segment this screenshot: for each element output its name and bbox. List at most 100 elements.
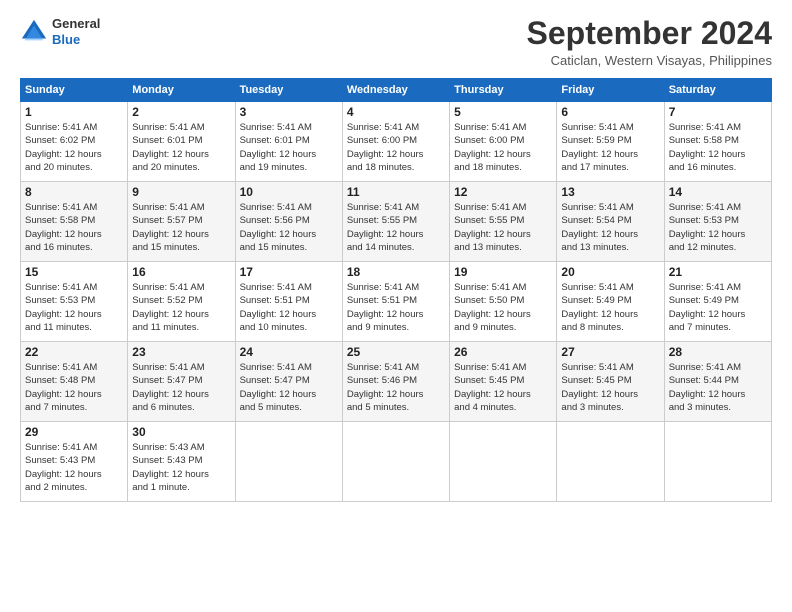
calendar-cell: 1 Sunrise: 5:41 AM Sunset: 6:02 PM Dayli… [21, 102, 128, 182]
day-number: 16 [132, 265, 230, 279]
logo-blue-text: Blue [52, 32, 80, 47]
day-info: Sunrise: 5:41 AM Sunset: 5:49 PM Dayligh… [669, 281, 767, 334]
day-number: 18 [347, 265, 445, 279]
calendar-cell: 7 Sunrise: 5:41 AM Sunset: 5:58 PM Dayli… [664, 102, 771, 182]
day-number: 8 [25, 185, 123, 199]
header-saturday: Saturday [664, 79, 771, 102]
calendar-cell: 28 Sunrise: 5:41 AM Sunset: 5:44 PM Dayl… [664, 342, 771, 422]
calendar-cell [342, 422, 449, 502]
day-number: 6 [561, 105, 659, 119]
day-number: 17 [240, 265, 338, 279]
location: Caticlan, Western Visayas, Philippines [527, 53, 772, 68]
day-number: 10 [240, 185, 338, 199]
calendar-cell: 15 Sunrise: 5:41 AM Sunset: 5:53 PM Dayl… [21, 262, 128, 342]
day-number: 11 [347, 185, 445, 199]
day-info: Sunrise: 5:41 AM Sunset: 5:56 PM Dayligh… [240, 201, 338, 254]
calendar-cell: 3 Sunrise: 5:41 AM Sunset: 6:01 PM Dayli… [235, 102, 342, 182]
day-number: 30 [132, 425, 230, 439]
calendar-cell [450, 422, 557, 502]
day-info: Sunrise: 5:41 AM Sunset: 5:58 PM Dayligh… [669, 121, 767, 174]
calendar-cell: 21 Sunrise: 5:41 AM Sunset: 5:49 PM Dayl… [664, 262, 771, 342]
calendar-cell: 30 Sunrise: 5:43 AM Sunset: 5:43 PM Dayl… [128, 422, 235, 502]
day-number: 2 [132, 105, 230, 119]
day-info: Sunrise: 5:41 AM Sunset: 6:02 PM Dayligh… [25, 121, 123, 174]
day-info: Sunrise: 5:41 AM Sunset: 5:48 PM Dayligh… [25, 361, 123, 414]
day-info: Sunrise: 5:41 AM Sunset: 5:55 PM Dayligh… [454, 201, 552, 254]
day-info: Sunrise: 5:41 AM Sunset: 5:55 PM Dayligh… [347, 201, 445, 254]
calendar-cell: 26 Sunrise: 5:41 AM Sunset: 5:45 PM Dayl… [450, 342, 557, 422]
day-info: Sunrise: 5:41 AM Sunset: 5:59 PM Dayligh… [561, 121, 659, 174]
calendar-cell: 12 Sunrise: 5:41 AM Sunset: 5:55 PM Dayl… [450, 182, 557, 262]
calendar-week-1: 1 Sunrise: 5:41 AM Sunset: 6:02 PM Dayli… [21, 102, 772, 182]
day-number: 3 [240, 105, 338, 119]
calendar-cell: 6 Sunrise: 5:41 AM Sunset: 5:59 PM Dayli… [557, 102, 664, 182]
day-number: 14 [669, 185, 767, 199]
day-number: 23 [132, 345, 230, 359]
calendar-cell [664, 422, 771, 502]
day-number: 9 [132, 185, 230, 199]
calendar-cell: 18 Sunrise: 5:41 AM Sunset: 5:51 PM Dayl… [342, 262, 449, 342]
title-block: September 2024 Caticlan, Western Visayas… [527, 16, 772, 68]
calendar-cell [235, 422, 342, 502]
calendar-week-4: 22 Sunrise: 5:41 AM Sunset: 5:48 PM Dayl… [21, 342, 772, 422]
calendar-table: Sunday Monday Tuesday Wednesday Thursday… [20, 78, 772, 502]
day-number: 28 [669, 345, 767, 359]
logo: General Blue [20, 16, 100, 47]
day-info: Sunrise: 5:41 AM Sunset: 5:47 PM Dayligh… [132, 361, 230, 414]
day-number: 26 [454, 345, 552, 359]
day-number: 20 [561, 265, 659, 279]
calendar-cell: 10 Sunrise: 5:41 AM Sunset: 5:56 PM Dayl… [235, 182, 342, 262]
calendar-cell: 14 Sunrise: 5:41 AM Sunset: 5:53 PM Dayl… [664, 182, 771, 262]
day-info: Sunrise: 5:41 AM Sunset: 6:01 PM Dayligh… [240, 121, 338, 174]
page: General Blue September 2024 Caticlan, We… [0, 0, 792, 612]
calendar-cell: 24 Sunrise: 5:41 AM Sunset: 5:47 PM Dayl… [235, 342, 342, 422]
day-number: 13 [561, 185, 659, 199]
calendar-cell: 29 Sunrise: 5:41 AM Sunset: 5:43 PM Dayl… [21, 422, 128, 502]
calendar-cell: 13 Sunrise: 5:41 AM Sunset: 5:54 PM Dayl… [557, 182, 664, 262]
calendar-cell: 11 Sunrise: 5:41 AM Sunset: 5:55 PM Dayl… [342, 182, 449, 262]
calendar-cell: 27 Sunrise: 5:41 AM Sunset: 5:45 PM Dayl… [557, 342, 664, 422]
day-info: Sunrise: 5:41 AM Sunset: 5:49 PM Dayligh… [561, 281, 659, 334]
day-number: 29 [25, 425, 123, 439]
calendar-cell: 2 Sunrise: 5:41 AM Sunset: 6:01 PM Dayli… [128, 102, 235, 182]
day-info: Sunrise: 5:41 AM Sunset: 5:53 PM Dayligh… [25, 281, 123, 334]
calendar-cell: 20 Sunrise: 5:41 AM Sunset: 5:49 PM Dayl… [557, 262, 664, 342]
day-number: 5 [454, 105, 552, 119]
calendar-cell: 22 Sunrise: 5:41 AM Sunset: 5:48 PM Dayl… [21, 342, 128, 422]
day-number: 12 [454, 185, 552, 199]
logo-general-text: General [52, 16, 100, 31]
calendar-header: Sunday Monday Tuesday Wednesday Thursday… [21, 79, 772, 102]
calendar-cell: 5 Sunrise: 5:41 AM Sunset: 6:00 PM Dayli… [450, 102, 557, 182]
day-number: 15 [25, 265, 123, 279]
header-friday: Friday [557, 79, 664, 102]
day-info: Sunrise: 5:41 AM Sunset: 5:57 PM Dayligh… [132, 201, 230, 254]
day-info: Sunrise: 5:41 AM Sunset: 6:00 PM Dayligh… [347, 121, 445, 174]
calendar-cell: 8 Sunrise: 5:41 AM Sunset: 5:58 PM Dayli… [21, 182, 128, 262]
day-info: Sunrise: 5:41 AM Sunset: 5:45 PM Dayligh… [561, 361, 659, 414]
day-number: 22 [25, 345, 123, 359]
day-number: 25 [347, 345, 445, 359]
header-tuesday: Tuesday [235, 79, 342, 102]
calendar-cell: 9 Sunrise: 5:41 AM Sunset: 5:57 PM Dayli… [128, 182, 235, 262]
calendar-cell: 23 Sunrise: 5:41 AM Sunset: 5:47 PM Dayl… [128, 342, 235, 422]
header: General Blue September 2024 Caticlan, We… [20, 16, 772, 68]
logo-text: General Blue [52, 16, 100, 47]
calendar-cell: 16 Sunrise: 5:41 AM Sunset: 5:52 PM Dayl… [128, 262, 235, 342]
calendar-cell: 4 Sunrise: 5:41 AM Sunset: 6:00 PM Dayli… [342, 102, 449, 182]
day-number: 19 [454, 265, 552, 279]
day-number: 4 [347, 105, 445, 119]
day-info: Sunrise: 5:41 AM Sunset: 6:01 PM Dayligh… [132, 121, 230, 174]
day-info: Sunrise: 5:43 AM Sunset: 5:43 PM Dayligh… [132, 441, 230, 494]
header-row: Sunday Monday Tuesday Wednesday Thursday… [21, 79, 772, 102]
calendar-body: 1 Sunrise: 5:41 AM Sunset: 6:02 PM Dayli… [21, 102, 772, 502]
day-info: Sunrise: 5:41 AM Sunset: 5:43 PM Dayligh… [25, 441, 123, 494]
day-info: Sunrise: 5:41 AM Sunset: 5:53 PM Dayligh… [669, 201, 767, 254]
month-title: September 2024 [527, 16, 772, 51]
day-info: Sunrise: 5:41 AM Sunset: 5:44 PM Dayligh… [669, 361, 767, 414]
calendar-week-3: 15 Sunrise: 5:41 AM Sunset: 5:53 PM Dayl… [21, 262, 772, 342]
header-sunday: Sunday [21, 79, 128, 102]
day-info: Sunrise: 5:41 AM Sunset: 5:54 PM Dayligh… [561, 201, 659, 254]
header-wednesday: Wednesday [342, 79, 449, 102]
day-number: 1 [25, 105, 123, 119]
logo-icon [20, 18, 48, 46]
